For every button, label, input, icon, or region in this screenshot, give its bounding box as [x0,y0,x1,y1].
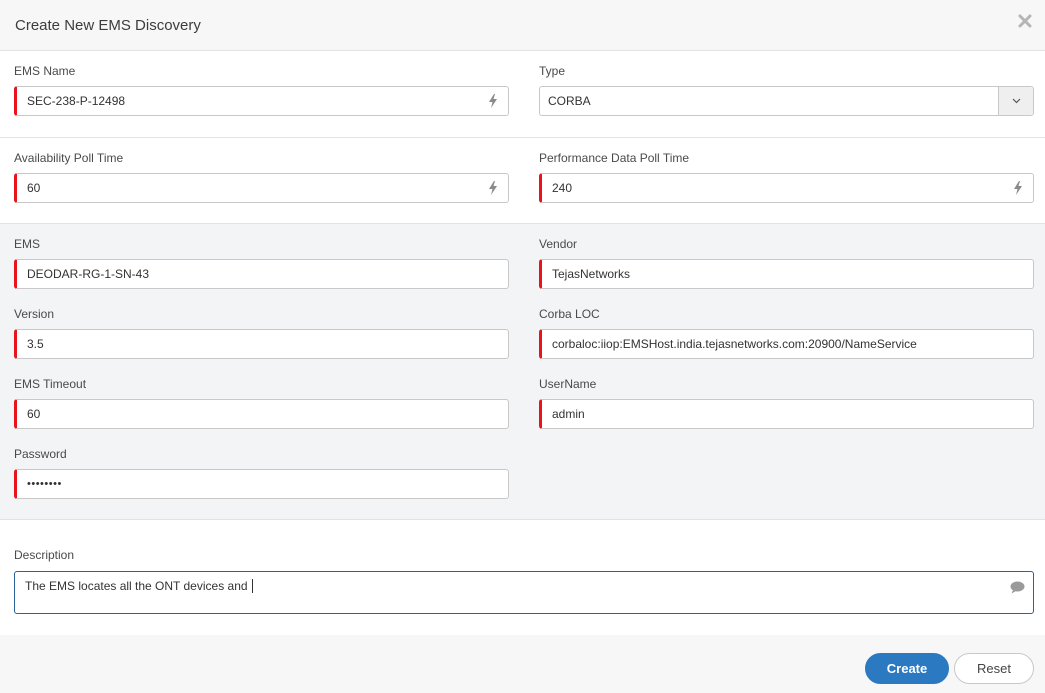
ems-name-input[interactable]: SEC-238-P-12498 [14,86,509,116]
dialog-footer: Create Reset [0,635,1045,693]
description-label: Description [14,548,75,562]
performance-poll-value: 240 [552,181,573,195]
version-field-group: Version 3.5 [14,307,509,359]
availability-poll-label: Availability Poll Time [14,151,124,165]
corba-loc-value: corbaloc:iiop:EMSHost.india.tejasnetwork… [552,337,917,351]
type-select[interactable]: CORBA [539,86,1034,116]
version-value: 3.5 [27,337,44,351]
performance-poll-label: Performance Data Poll Time [539,151,690,165]
comment-icon [1010,581,1025,594]
vendor-label: Vendor [539,237,578,251]
type-field-group: Type CORBA [539,64,1034,116]
vendor-field-group: Vendor TejasNetworks [539,237,1034,289]
password-value: •••••••• [27,478,62,490]
ems-timeout-value: 60 [27,407,41,421]
vendor-input[interactable]: TejasNetworks [539,259,1034,289]
close-icon[interactable] [1017,13,1033,29]
ems-label: EMS [14,237,41,251]
password-label: Password [14,447,67,461]
dialog-header: Create New EMS Discovery [0,0,1045,51]
ems-timeout-label: EMS Timeout [14,377,87,391]
type-label: Type [539,64,566,78]
ems-field-group: EMS DEODAR-RG-1-SN-43 [14,237,509,289]
type-dropdown-button[interactable] [998,87,1033,115]
create-button[interactable]: Create [865,653,949,684]
ems-name-value: SEC-238-P-12498 [27,94,126,108]
chevron-down-icon [1012,98,1020,104]
corba-loc-field-group: Corba LOC corbaloc:iiop:EMSHost.india.te… [539,307,1034,359]
performance-poll-field-group: Performance Data Poll Time 240 [539,151,1034,203]
ems-value: DEODAR-RG-1-SN-43 [27,267,150,281]
availability-poll-value: 60 [27,181,41,195]
username-field-group: UserName admin [539,377,1034,429]
username-input[interactable]: admin [539,399,1034,429]
corba-loc-label: Corba LOC [539,307,600,321]
performance-poll-input[interactable]: 240 [539,173,1034,203]
section-poll-times: Availability Poll Time 60 Performance Da… [0,138,1045,224]
ems-input[interactable]: DEODAR-RG-1-SN-43 [14,259,509,289]
ems-name-field-group: EMS Name SEC-238-P-12498 [14,64,509,116]
bolt-icon [489,181,497,195]
ems-timeout-input[interactable]: 60 [14,399,509,429]
vendor-value: TejasNetworks [552,267,631,281]
password-input[interactable]: •••••••• [14,469,509,499]
reset-button[interactable]: Reset [954,653,1034,684]
password-field-group: Password •••••••• [14,447,509,499]
username-label: UserName [539,377,597,391]
availability-poll-field-group: Availability Poll Time 60 [14,151,509,203]
ems-timeout-field-group: EMS Timeout 60 [14,377,509,429]
ems-name-label: EMS Name [14,64,76,78]
description-value: The EMS locates all the ONT devices and [25,579,251,593]
corba-loc-input[interactable]: corbaloc:iiop:EMSHost.india.tejasnetwork… [539,329,1034,359]
type-value: CORBA [548,94,591,108]
bolt-icon [1014,181,1022,195]
availability-poll-input[interactable]: 60 [14,173,509,203]
bolt-icon [489,94,497,108]
version-input[interactable]: 3.5 [14,329,509,359]
description-textarea[interactable]: The EMS locates all the ONT devices and [14,571,1034,614]
create-ems-discovery-dialog: Create New EMS Discovery EMS Name SEC-23… [0,0,1045,693]
version-label: Version [14,307,55,321]
username-value: admin [552,407,585,421]
dialog-title: Create New EMS Discovery [15,16,201,34]
section-ems-name-type: EMS Name SEC-238-P-12498 Type CORBA [0,51,1045,138]
section-description: Description The EMS locates all the ONT … [0,520,1045,636]
text-caret [251,579,253,593]
section-ems-connection: EMS DEODAR-RG-1-SN-43 Vendor TejasNetwor… [0,224,1045,520]
